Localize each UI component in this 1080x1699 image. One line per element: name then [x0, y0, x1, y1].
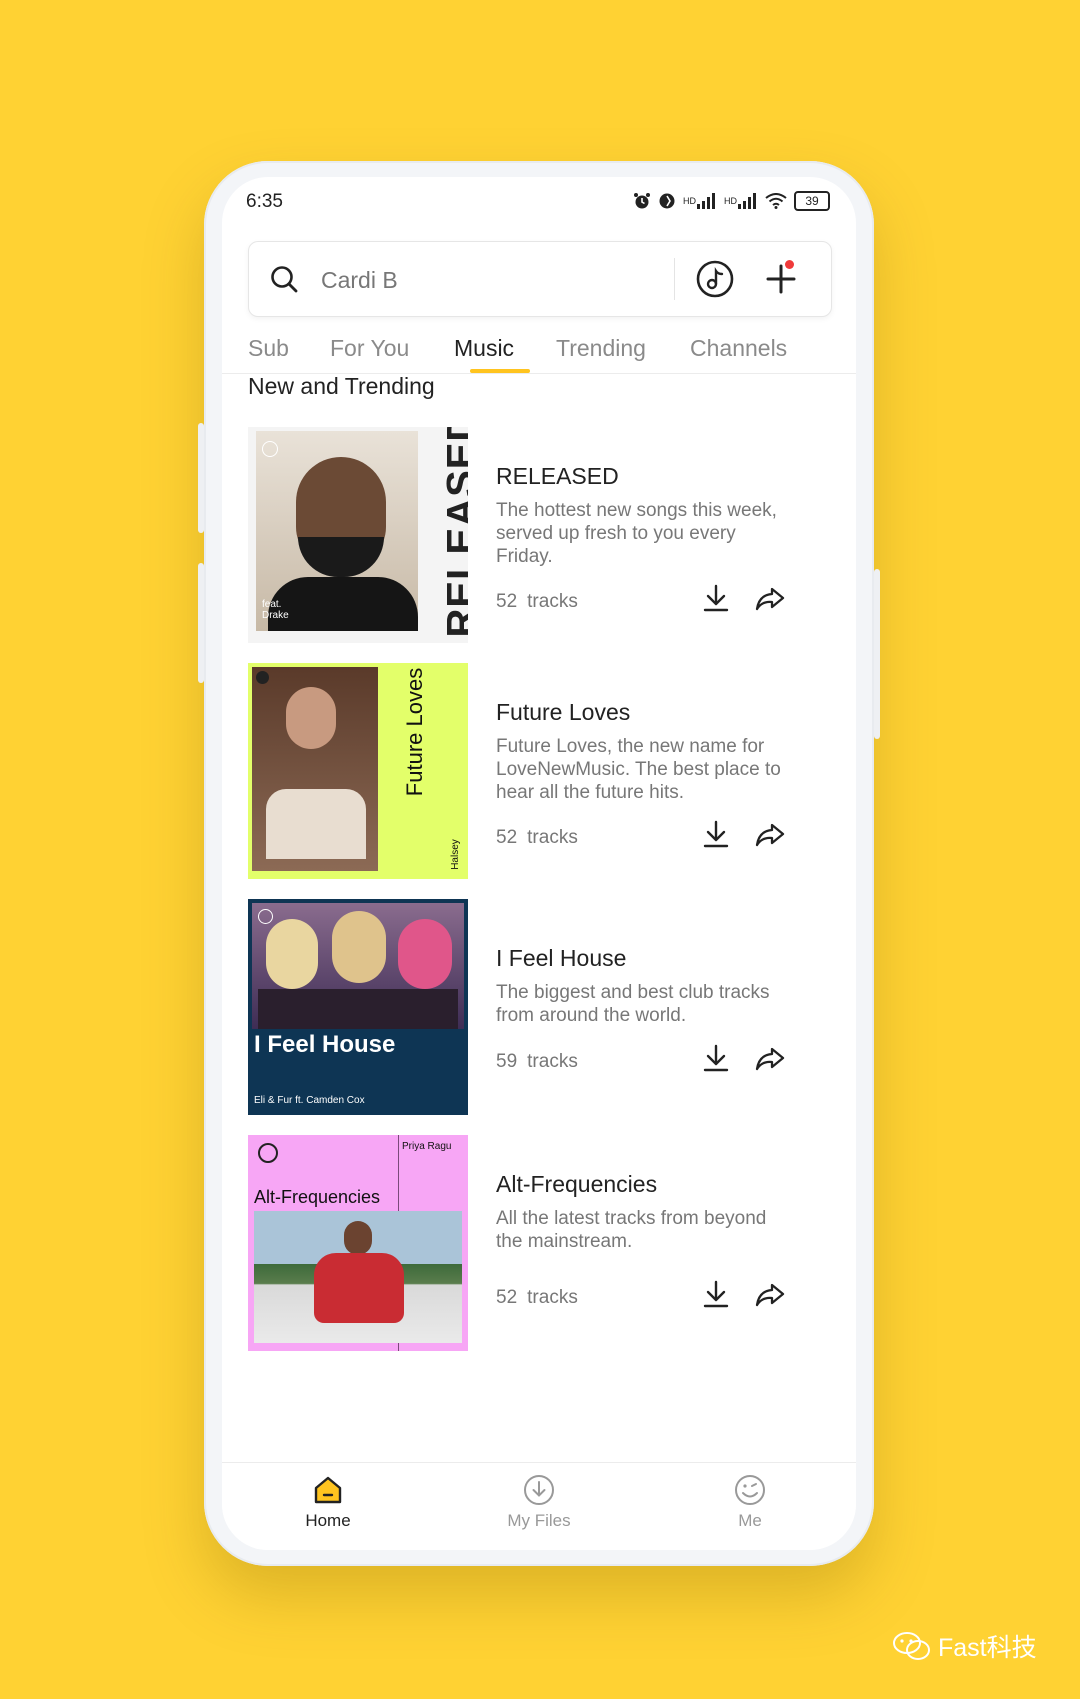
nav-home-label: Home [305, 1511, 351, 1530]
phone-side-button [874, 569, 880, 739]
watermark: Fast科技 [892, 1628, 1037, 1664]
track-count-value: 52 [496, 591, 518, 612]
battery-indicator: 39 [794, 191, 830, 211]
playlist-title[interactable]: RELEASED [496, 463, 619, 490]
download-icon[interactable] [702, 819, 730, 849]
home-icon [314, 1476, 342, 1504]
smiley-icon [735, 1475, 765, 1505]
search-icon[interactable] [269, 264, 299, 294]
section-title: New and Trending [248, 373, 435, 399]
wifi-icon [765, 193, 787, 209]
track-count-label: tracks [527, 827, 578, 848]
tab-trending[interactable]: Trending [556, 335, 646, 362]
cover-credit: Priya Ragu [402, 1141, 452, 1152]
status-bar: 6:35 HD HD 39 [222, 177, 856, 233]
track-count-value: 52 [496, 827, 518, 848]
cover-title: Alt-Frequencies [254, 1187, 381, 1207]
nav-my-files[interactable]: My Files [489, 1473, 589, 1531]
alarm-icon [634, 193, 650, 209]
signal-icon [697, 193, 715, 209]
playlist-description: Future Loves, the new name for LoveNewMu… [496, 736, 781, 803]
tab-music[interactable]: Music [454, 335, 514, 362]
cover-title: RELEASED [439, 427, 469, 638]
signal-icon [738, 193, 756, 209]
nav-me[interactable]: Me [700, 1473, 800, 1531]
status-icons: HD HD 39 [633, 191, 830, 211]
phone-side-button [198, 563, 204, 683]
tab-sub[interactable]: Sub [248, 335, 289, 362]
track-count-value: 59 [496, 1051, 518, 1072]
app-screen: 6:35 HD HD 39 Sub For You [222, 177, 856, 1550]
download-icon[interactable] [702, 1043, 730, 1073]
hd-label: HD [724, 196, 737, 206]
track-count: 59 tracks [496, 1051, 578, 1073]
cover-credit: Eli & Fur ft. Camden Cox [254, 1095, 365, 1106]
cover-credit: feat. Drake [262, 599, 289, 621]
tab-channels[interactable]: Channels [690, 335, 787, 362]
track-count: 52 tracks [496, 827, 578, 849]
music-recognition-icon[interactable] [695, 259, 735, 299]
nav-home[interactable]: Home [278, 1473, 378, 1531]
track-count-label: tracks [527, 591, 578, 612]
nav-my-files-label: My Files [507, 1511, 571, 1530]
bottom-navigation: Home My Files Me [222, 1462, 856, 1550]
playlist-cover[interactable]: Future Loves Halsey [248, 663, 468, 879]
search-bar[interactable] [248, 241, 832, 317]
playlist-description: The biggest and best club tracks from ar… [496, 982, 770, 1026]
share-icon[interactable] [754, 585, 786, 613]
track-count: 52 tracks [496, 591, 578, 613]
track-count-value: 52 [496, 1287, 518, 1308]
wechat-icon [893, 1632, 930, 1660]
track-count-label: tracks [527, 1287, 578, 1308]
playlist-cover[interactable]: I Feel House Eli & Fur ft. Camden Cox [248, 899, 468, 1115]
category-tabs: Sub For You Music Trending Channels [222, 327, 856, 374]
phone-frame: 6:35 HD HD 39 Sub For You [198, 161, 880, 1566]
download-circle-icon [524, 1475, 554, 1505]
playlist-card[interactable]: feat. Drake RELEASED RELEASED The hottes… [248, 427, 828, 643]
search-input[interactable] [319, 262, 623, 298]
playlist-title[interactable]: Alt-Frequencies [496, 1171, 657, 1198]
nav-me-label: Me [738, 1511, 762, 1530]
notification-dot [785, 260, 794, 269]
share-icon[interactable] [754, 821, 786, 849]
playlist-cover[interactable]: feat. Drake RELEASED [248, 427, 468, 643]
status-time: 6:35 [246, 191, 283, 212]
playlist-title[interactable]: Future Loves [496, 699, 630, 726]
share-icon[interactable] [754, 1281, 786, 1309]
share-icon[interactable] [754, 1045, 786, 1073]
cover-title: I Feel House [254, 1031, 396, 1058]
tab-for-you[interactable]: For You [330, 335, 409, 362]
playlist-card[interactable]: I Feel House Eli & Fur ft. Camden Cox I … [248, 899, 828, 1115]
playlist-description: All the latest tracks from beyond the ma… [496, 1208, 767, 1252]
track-count-label: tracks [527, 1051, 578, 1072]
cover-title: Future Loves [402, 667, 427, 797]
watermark-text: Fast科技 [938, 1634, 1037, 1662]
track-count: 52 tracks [496, 1287, 578, 1309]
data-saver-icon [659, 193, 675, 209]
download-icon[interactable] [702, 1279, 730, 1309]
playlist-card[interactable]: Priya Ragu Alt-Frequencies Alt-Frequenci… [248, 1135, 828, 1351]
search-divider [674, 258, 675, 300]
playlist-cover[interactable]: Priya Ragu Alt-Frequencies [248, 1135, 468, 1351]
add-icon[interactable] [761, 259, 801, 299]
playlist-title[interactable]: I Feel House [496, 945, 626, 972]
download-icon[interactable] [702, 583, 730, 613]
cover-credit: Halsey [449, 839, 461, 870]
phone-side-button [198, 423, 204, 533]
active-tab-indicator [470, 369, 530, 373]
hd-label: HD [683, 196, 696, 206]
playlist-description: The hottest new songs this week, served … [496, 500, 777, 567]
playlist-card[interactable]: Future Loves Halsey Future Loves Future … [248, 663, 828, 879]
